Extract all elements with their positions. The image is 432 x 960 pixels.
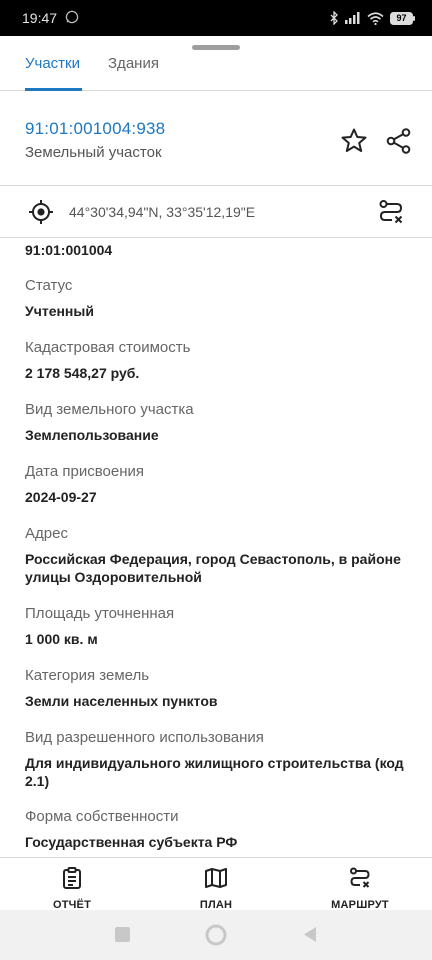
coordinates-text: 44°30'34,94"N, 33°35'12,19"E [69,204,256,220]
report-button[interactable]: ОТЧЁТ [36,858,108,910]
field-label: Адрес [25,525,68,542]
field-permitted-use: Вид разрешенного использования Для индив… [25,729,415,790]
field-status: Статус Учтенный [25,277,415,320]
wifi-icon [367,11,384,25]
bottom-action-bar: ОТЧЁТ ПЛАН МАРШРУТ [0,857,432,910]
tab-buildings[interactable]: Здания [108,55,159,72]
back-icon[interactable] [302,926,318,948]
field-value: Для индивидуального жилищного строительс… [25,755,404,789]
share-icon[interactable] [384,126,414,156]
field-address: Адрес Российская Федерация, город Севаст… [25,525,415,586]
route-label: МАРШРУТ [331,899,389,910]
map-icon [204,858,228,895]
field-value: 2 178 548,27 руб. [25,365,140,381]
field-value: Землепользование [25,427,159,443]
field-cadastral-value: Кадастровая стоимость 2 178 548,27 руб. [25,339,415,382]
field-value: 1 000 кв. м [25,631,98,647]
route-clear-icon[interactable] [376,197,406,227]
bluetooth-icon [329,11,339,25]
field-value: Земли населенных пунктов [25,693,218,709]
field-label: Категория земель [25,667,150,684]
field-land-category: Категория земель Земли населенных пункто… [25,667,415,710]
field-label: Дата присвоения [25,463,144,480]
tab-bar: Участки Здания [0,36,432,91]
signal-icon [345,12,361,24]
details-list: 91:01:001004 Статус Учтенный Кадастровая… [0,239,432,857]
field-area: Площадь уточненная 1 000 кв. м [25,605,415,648]
object-type: Земельный участок [25,144,162,161]
crosshair-icon[interactable] [28,199,54,225]
field-label: Кадастровая стоимость [25,339,191,356]
plan-label: ПЛАН [199,899,233,910]
field-label: Площадь уточненная [25,605,175,622]
field-value: 2024-09-27 [25,489,97,505]
home-icon[interactable] [205,924,227,951]
report-label: ОТЧЁТ [52,899,92,910]
recent-apps-icon[interactable] [115,927,130,947]
plan-button[interactable]: ПЛАН [180,858,252,910]
field-label: Вид земельного участка [25,401,194,418]
field-value: Учтенный [25,303,94,319]
cadastral-quarter-value: 91:01:001004 [25,242,113,258]
active-tab-indicator [25,88,82,91]
route-icon [348,858,372,895]
property-sheet: Участки Здания 91:01:001004:938 Земельны… [0,36,432,910]
status-bar: 19:47 97 [0,0,432,36]
cadastral-number: 91:01:001004:938 [25,119,166,138]
route-button[interactable]: МАРШРУТ [316,858,404,910]
tab-plots[interactable]: Участки [25,55,80,72]
field-value: Государственная субъекта РФ [25,834,238,850]
report-icon [60,858,84,895]
status-time: 19:47 [22,10,58,26]
field-assignment-date: Дата присвоения 2024-09-27 [25,463,415,506]
favorite-star-icon[interactable] [339,126,369,156]
field-label: Вид разрешенного использования [25,729,264,746]
field-ownership-form: Форма собственности Государственная субъ… [25,808,415,851]
whatsapp-icon [65,10,79,27]
field-land-plot-type: Вид земельного участка Землепользование [25,401,415,444]
system-navigation-bar [0,910,432,960]
field-label: Статус [25,277,73,294]
battery-level: 97 [396,12,407,23]
field-label: Форма собственности [25,808,179,825]
field-value: Российская Федерация, город Севастополь,… [25,551,401,585]
object-header: 91:01:001004:938 Земельный участок [0,92,432,186]
coordinates-row: 44°30'34,94"N, 33°35'12,19"E [0,186,432,238]
battery-icon: 97 [390,11,416,25]
